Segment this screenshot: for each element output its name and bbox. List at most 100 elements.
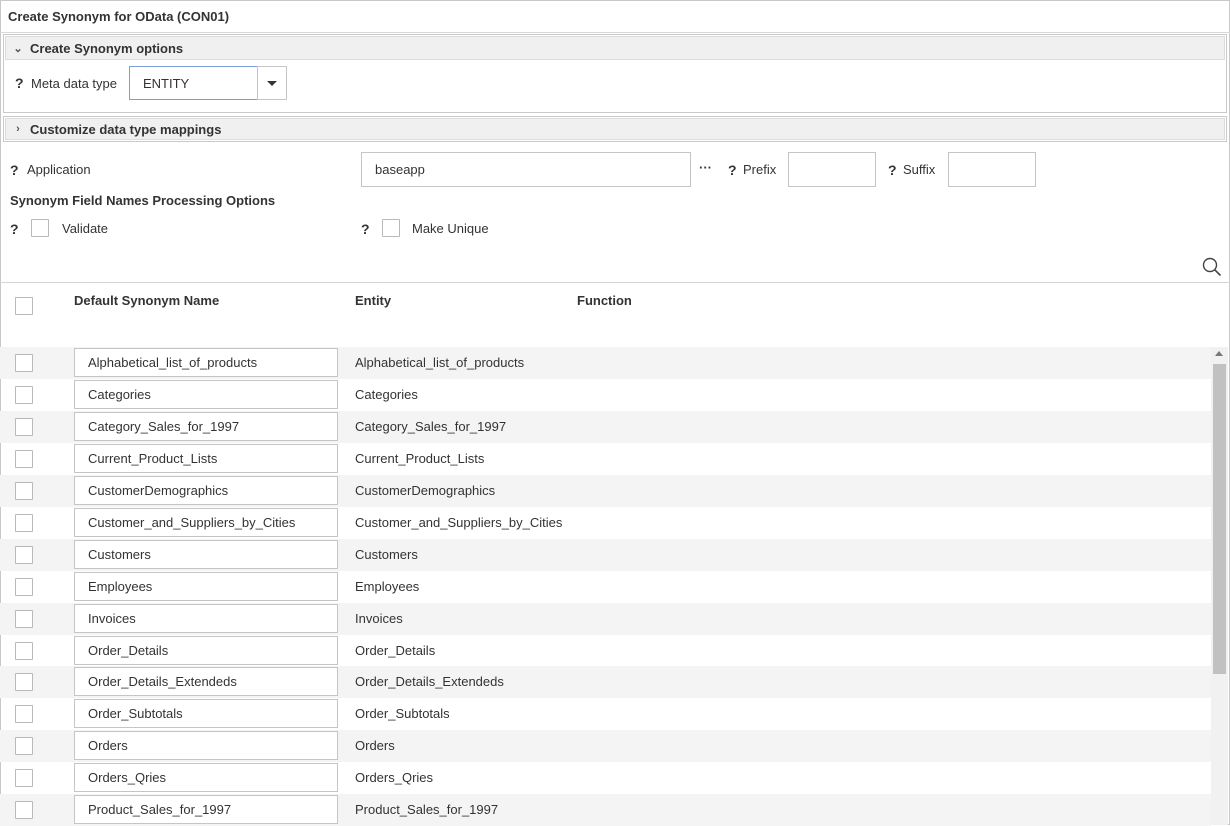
row-checkbox[interactable] [15,673,33,691]
title-divider [0,32,1230,33]
processing-options-heading: Synonym Field Names Processing Options [10,193,276,208]
synonym-name-input[interactable]: Customer_and_Suppliers_by_Cities [74,508,338,537]
options-section-title: Create Synonym options [30,40,184,56]
browse-application-button[interactable]: ··· [699,160,712,175]
validate-label: Validate [62,221,109,236]
entity-cell: Invoices [355,611,403,626]
make-unique-checkbox[interactable] [382,219,400,237]
entity-cell: Product_Sales_for_1997 [355,802,499,817]
entity-cell: Order_Details_Extendeds [355,674,504,689]
row-checkbox[interactable] [15,450,33,468]
meta-data-type-dropdown-button[interactable] [257,66,287,100]
validate-help-icon[interactable]: ? [10,221,19,237]
synonym-name-input[interactable]: CustomerDemographics [74,476,338,505]
chevron-right-icon: › [16,123,20,135]
synonym-name-input[interactable]: Invoices [74,604,338,633]
mappings-section-title: Customize data type mappings [30,121,222,137]
chevron-down-icon: ⌄ [13,42,23,55]
window-title: Create Synonym for OData (CON01) [8,9,230,24]
synonym-name-input[interactable]: Orders_Qries [74,763,338,792]
mappings-section-header[interactable]: › Customize data type mappings [5,118,1225,140]
table-row[interactable]: Product_Sales_for_1997 Product_Sales_for… [0,794,1211,826]
synonym-name-input[interactable]: Categories [74,380,338,409]
table-row[interactable]: Employees Employees [0,571,1211,603]
synonym-name-input[interactable]: Category_Sales_for_1997 [74,412,338,441]
row-checkbox[interactable] [15,610,33,628]
entity-cell: Customer_and_Suppliers_by_Cities [355,515,563,530]
scrollbar-thumb[interactable] [1213,364,1226,674]
row-checkbox[interactable] [15,514,33,532]
mappings-section: › Customize data type mappings [3,116,1227,142]
entity-cell: Category_Sales_for_1997 [355,419,507,434]
caret-down-icon [267,80,277,86]
table-row[interactable]: Order_Details_Extendeds Order_Details_Ex… [0,666,1211,698]
table-row[interactable]: Customers Customers [0,539,1211,571]
suffix-help-icon[interactable]: ? [888,162,897,178]
meta-data-type-select[interactable]: ENTITY [129,66,258,100]
scroll-up-arrow-icon[interactable] [1215,351,1223,356]
row-checkbox[interactable] [15,386,33,404]
entity-cell: CustomerDemographics [355,483,496,498]
table-row[interactable]: Current_Product_Lists Current_Product_Li… [0,443,1211,475]
synonym-name-input[interactable]: Order_Details_Extendeds [74,667,338,696]
make-unique-label: Make Unique [412,221,489,236]
entity-cell: Categories [355,387,418,402]
meta-data-help-icon[interactable]: ? [15,75,24,91]
application-help-icon[interactable]: ? [10,162,19,178]
meta-data-type-label: Meta data type [31,76,117,91]
entity-cell: Alphabetical_list_of_products [355,355,525,370]
table-row[interactable]: Customer_and_Suppliers_by_Cities Custome… [0,507,1211,539]
entity-cell: Employees [355,579,420,594]
row-checkbox[interactable] [15,801,33,819]
row-checkbox[interactable] [15,737,33,755]
column-header-default-synonym-name[interactable]: Default Synonym Name [74,293,219,308]
synonym-name-input[interactable]: Current_Product_Lists [74,444,338,473]
prefix-input[interactable] [788,152,876,187]
select-all-checkbox[interactable] [15,297,33,315]
table-row[interactable]: Order_Details Order_Details [0,635,1211,667]
row-checkbox[interactable] [15,578,33,596]
entity-cell: Order_Details [355,643,436,658]
options-section-header[interactable]: ⌄ Create Synonym options [5,36,1225,60]
row-checkbox[interactable] [15,418,33,436]
row-checkbox[interactable] [15,482,33,500]
row-checkbox[interactable] [15,546,33,564]
search-icon[interactable] [1202,257,1222,277]
prefix-help-icon[interactable]: ? [728,162,737,178]
synonym-name-input[interactable]: Orders [74,731,338,760]
entity-cell: Current_Product_Lists [355,451,485,466]
synonym-name-input[interactable]: Customers [74,540,338,569]
table-row[interactable]: Alphabetical_list_of_products Alphabetic… [0,347,1211,379]
row-checkbox[interactable] [15,705,33,723]
suffix-input[interactable] [948,152,1036,187]
table-row[interactable]: Order_Subtotals Order_Subtotals [0,698,1211,730]
row-checkbox[interactable] [15,642,33,660]
table-row[interactable]: Orders Orders [0,730,1211,762]
validate-checkbox[interactable] [31,219,49,237]
entity-cell: Orders [355,738,395,753]
entity-cell: Customers [355,547,418,562]
entity-cell: Orders_Qries [355,770,434,785]
table-row[interactable]: CustomerDemographics CustomerDemographic… [0,475,1211,507]
table-top-divider [0,282,1230,283]
suffix-label: Suffix [903,162,936,177]
table-scrollbar[interactable] [1211,347,1228,825]
synonym-name-input[interactable]: Employees [74,572,338,601]
row-checkbox[interactable] [15,354,33,372]
table-row[interactable]: Orders_Qries Orders_Qries [0,762,1211,794]
table-row[interactable]: Invoices Invoices [0,603,1211,635]
column-header-function[interactable]: Function [577,293,632,308]
synonym-name-input[interactable]: Order_Subtotals [74,699,338,728]
table-row[interactable]: Category_Sales_for_1997 Category_Sales_f… [0,411,1211,443]
row-checkbox[interactable] [15,769,33,787]
synonym-name-input[interactable]: Order_Details [74,636,338,665]
synonym-name-input[interactable]: Alphabetical_list_of_products [74,348,338,377]
make-unique-help-icon[interactable]: ? [361,221,370,237]
synonym-name-input[interactable]: Product_Sales_for_1997 [74,795,338,824]
application-input[interactable]: baseapp [361,152,691,187]
prefix-label: Prefix [743,162,777,177]
table-row[interactable]: Categories Categories [0,379,1211,411]
application-label: Application [27,162,91,177]
entity-cell: Order_Subtotals [355,706,450,721]
column-header-entity[interactable]: Entity [355,293,391,308]
